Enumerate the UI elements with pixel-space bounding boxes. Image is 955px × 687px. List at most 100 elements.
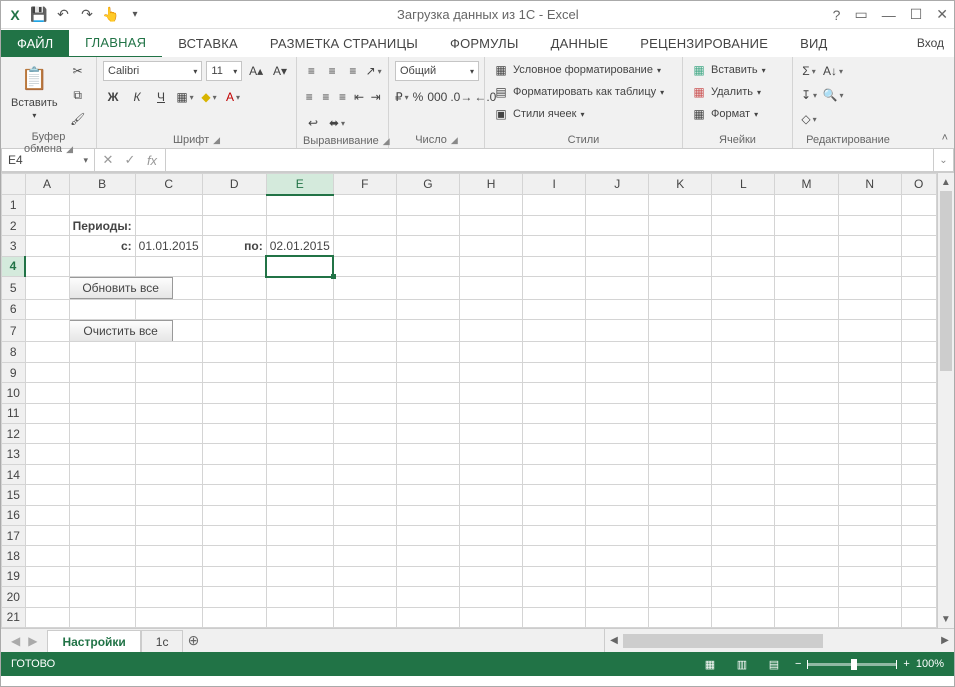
row-header[interactable]: 18 bbox=[2, 546, 26, 566]
tab-nav[interactable]: ◀▶ bbox=[1, 629, 47, 652]
col-header[interactable]: M bbox=[775, 174, 838, 195]
col-header[interactable]: G bbox=[396, 174, 459, 195]
active-cell[interactable] bbox=[266, 256, 333, 276]
horizontal-scrollbar[interactable]: ◀ ▶ bbox=[604, 629, 954, 652]
row-header[interactable]: 20 bbox=[2, 587, 26, 607]
row-header[interactable]: 9 bbox=[2, 362, 26, 382]
cell[interactable]: с: bbox=[69, 236, 135, 256]
cell[interactable]: 02.01.2015 bbox=[266, 236, 333, 256]
scroll-right-icon[interactable]: ▶ bbox=[936, 635, 954, 646]
col-header[interactable]: K bbox=[649, 174, 712, 195]
format-cells-button[interactable]: ▦Формат▾ bbox=[689, 105, 786, 123]
cut-icon[interactable]: ✂ bbox=[68, 61, 88, 81]
col-header[interactable]: J bbox=[586, 174, 649, 195]
sheet-tab[interactable]: 1с bbox=[141, 630, 184, 652]
sort-filter-icon[interactable]: A↓ bbox=[823, 61, 843, 81]
format-painter-icon[interactable]: 🖌 bbox=[68, 109, 88, 129]
row-header[interactable]: 1 bbox=[2, 195, 26, 215]
row-header[interactable]: 7 bbox=[2, 319, 26, 342]
find-icon[interactable]: 🔍 bbox=[823, 85, 843, 105]
col-header[interactable]: E bbox=[266, 174, 333, 195]
col-header[interactable]: D bbox=[202, 174, 266, 195]
font-launcher-icon[interactable]: ◢ bbox=[213, 135, 220, 145]
vertical-scrollbar[interactable]: ▲ ▼ bbox=[937, 173, 954, 628]
ribbon-options-icon[interactable]: ▭ bbox=[854, 6, 867, 23]
cell[interactable]: Периоды: bbox=[69, 215, 135, 235]
align-top-icon[interactable]: ≡ bbox=[303, 61, 320, 81]
border-button[interactable]: ▦ bbox=[175, 87, 195, 107]
number-format-combo[interactable]: Общий▾ bbox=[395, 61, 479, 81]
clear-icon[interactable]: ◇ bbox=[799, 109, 819, 129]
wrap-text-icon[interactable]: ↩ bbox=[303, 113, 323, 133]
tab-insert[interactable]: ВСТАВКА bbox=[162, 30, 254, 57]
undo-icon[interactable]: ↶ bbox=[55, 7, 71, 23]
tab-home[interactable]: ГЛАВНАЯ bbox=[69, 29, 162, 58]
percent-icon[interactable]: % bbox=[413, 87, 424, 107]
zoom-out-icon[interactable]: − bbox=[795, 658, 801, 670]
row-header[interactable]: 3 bbox=[2, 236, 26, 256]
row-header[interactable]: 21 bbox=[2, 607, 26, 627]
row-header[interactable]: 16 bbox=[2, 505, 26, 525]
fill-color-button[interactable]: ◆ bbox=[199, 87, 219, 107]
italic-button[interactable]: К bbox=[127, 87, 147, 107]
page-break-view-icon[interactable]: ▤ bbox=[763, 658, 785, 671]
row-header[interactable]: 15 bbox=[2, 485, 26, 505]
col-header[interactable]: I bbox=[523, 174, 586, 195]
col-header[interactable]: A bbox=[25, 174, 69, 195]
align-right-icon[interactable]: ≡ bbox=[336, 87, 349, 107]
row-header[interactable]: 13 bbox=[2, 444, 26, 464]
col-header[interactable]: B bbox=[69, 174, 135, 195]
tab-file[interactable]: ФАЙЛ bbox=[1, 30, 69, 57]
align-bottom-icon[interactable]: ≡ bbox=[345, 61, 362, 81]
row-header[interactable]: 14 bbox=[2, 464, 26, 484]
tab-review[interactable]: РЕЦЕНЗИРОВАНИЕ bbox=[624, 30, 784, 57]
tab-layout[interactable]: РАЗМЕТКА СТРАНИЦЫ bbox=[254, 30, 434, 57]
autosum-icon[interactable]: Σ bbox=[799, 61, 819, 81]
tab-formulas[interactable]: ФОРМУЛЫ bbox=[434, 30, 535, 57]
formula-input[interactable] bbox=[166, 149, 934, 172]
col-header[interactable]: F bbox=[333, 174, 396, 195]
new-sheet-button[interactable]: ⊕ bbox=[183, 629, 203, 652]
enter-formula-icon[interactable]: ✓ bbox=[119, 152, 141, 168]
comma-icon[interactable]: 000 bbox=[427, 87, 447, 107]
shrink-font-icon[interactable]: A▾ bbox=[270, 61, 290, 81]
help-icon[interactable]: ? bbox=[833, 7, 841, 23]
maximize-icon[interactable]: ☐ bbox=[910, 6, 923, 23]
row-header[interactable]: 8 bbox=[2, 342, 26, 362]
scroll-down-icon[interactable]: ▼ bbox=[938, 610, 954, 628]
row-header[interactable]: 6 bbox=[2, 299, 26, 319]
row-header[interactable]: 17 bbox=[2, 525, 26, 545]
v-scroll-thumb[interactable] bbox=[940, 191, 952, 371]
inc-decimal-icon[interactable]: .0→ bbox=[451, 87, 471, 107]
row-header[interactable]: 12 bbox=[2, 424, 26, 444]
zoom-slider[interactable] bbox=[807, 663, 897, 666]
row-header[interactable]: 2 bbox=[2, 215, 26, 235]
row-header[interactable]: 4 bbox=[2, 256, 26, 276]
align-center-icon[interactable]: ≡ bbox=[320, 87, 333, 107]
clipboard-launcher-icon[interactable]: ◢ bbox=[66, 144, 73, 154]
font-name-combo[interactable]: Calibri▾ bbox=[103, 61, 202, 81]
underline-button[interactable]: Ч bbox=[151, 87, 171, 107]
expand-formula-bar-icon[interactable]: ⌄ bbox=[934, 149, 954, 172]
paste-button[interactable]: 📋 Вставить ▾ bbox=[7, 61, 62, 122]
fill-icon[interactable]: ↧ bbox=[799, 85, 819, 105]
cell[interactable]: 01.01.2015 bbox=[135, 236, 202, 256]
fx-icon[interactable]: fx bbox=[141, 153, 163, 168]
row-header[interactable]: 19 bbox=[2, 566, 26, 586]
zoom-in-icon[interactable]: + bbox=[903, 658, 909, 670]
tab-view[interactable]: ВИД bbox=[784, 30, 843, 57]
qat-customize-icon[interactable]: ▾ bbox=[127, 7, 143, 23]
cancel-formula-icon[interactable]: ✕ bbox=[97, 152, 119, 168]
bold-button[interactable]: Ж bbox=[103, 87, 123, 107]
col-header[interactable]: O bbox=[901, 174, 936, 195]
row-header[interactable]: 5 bbox=[2, 277, 26, 300]
cell[interactable]: по: bbox=[202, 236, 266, 256]
zoom-level[interactable]: 100% bbox=[916, 658, 944, 670]
format-as-table-button[interactable]: ▤Форматировать как таблицу▾ bbox=[491, 83, 676, 101]
col-header[interactable]: H bbox=[460, 174, 523, 195]
number-launcher-icon[interactable]: ◢ bbox=[451, 135, 458, 145]
currency-icon[interactable]: ₽ bbox=[395, 87, 409, 107]
save-icon[interactable]: 💾 bbox=[31, 7, 47, 23]
h-scroll-thumb[interactable] bbox=[623, 634, 823, 648]
delete-cells-button[interactable]: ▦Удалить▾ bbox=[689, 83, 786, 101]
